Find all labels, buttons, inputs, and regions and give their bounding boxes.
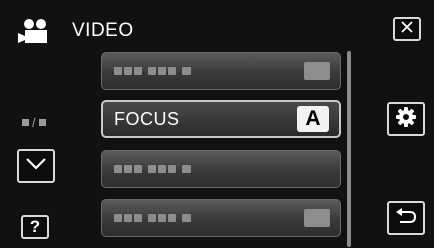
focus-auto-badge: A: [297, 106, 329, 132]
gear-icon: [395, 106, 417, 133]
settings-button[interactable]: [387, 102, 425, 136]
help-icon: ?: [29, 217, 41, 236]
help-button[interactable]: ?: [21, 215, 49, 239]
current-page-mark: [22, 119, 29, 126]
return-arrow-icon: [395, 207, 417, 230]
menu-item-disabled-2[interactable]: [101, 150, 341, 188]
close-icon: [400, 20, 414, 39]
menu-item-disabled-3[interactable]: [101, 199, 341, 237]
menu-item-label: FOCUS: [114, 108, 180, 129]
unavailable-label: [114, 67, 191, 75]
chevron-down-icon: [25, 157, 47, 176]
menu-item-focus[interactable]: FOCUS A: [101, 100, 341, 138]
scrollbar[interactable]: [347, 51, 351, 247]
back-button[interactable]: [387, 201, 425, 235]
movie-camera-icon: [18, 18, 58, 44]
menu-item-disabled-1[interactable]: [101, 52, 341, 90]
unavailable-label: [114, 165, 191, 173]
close-button[interactable]: [393, 17, 421, 41]
page-separator: /: [32, 115, 36, 130]
header: VIDEO: [18, 14, 134, 48]
page-title: VIDEO: [72, 20, 134, 41]
unavailable-value: [304, 62, 330, 80]
unavailable-label: [114, 214, 191, 222]
page-indicator: /: [22, 115, 46, 130]
total-pages-mark: [38, 119, 46, 126]
scroll-down-button[interactable]: [17, 149, 55, 183]
unavailable-value: [304, 209, 330, 227]
